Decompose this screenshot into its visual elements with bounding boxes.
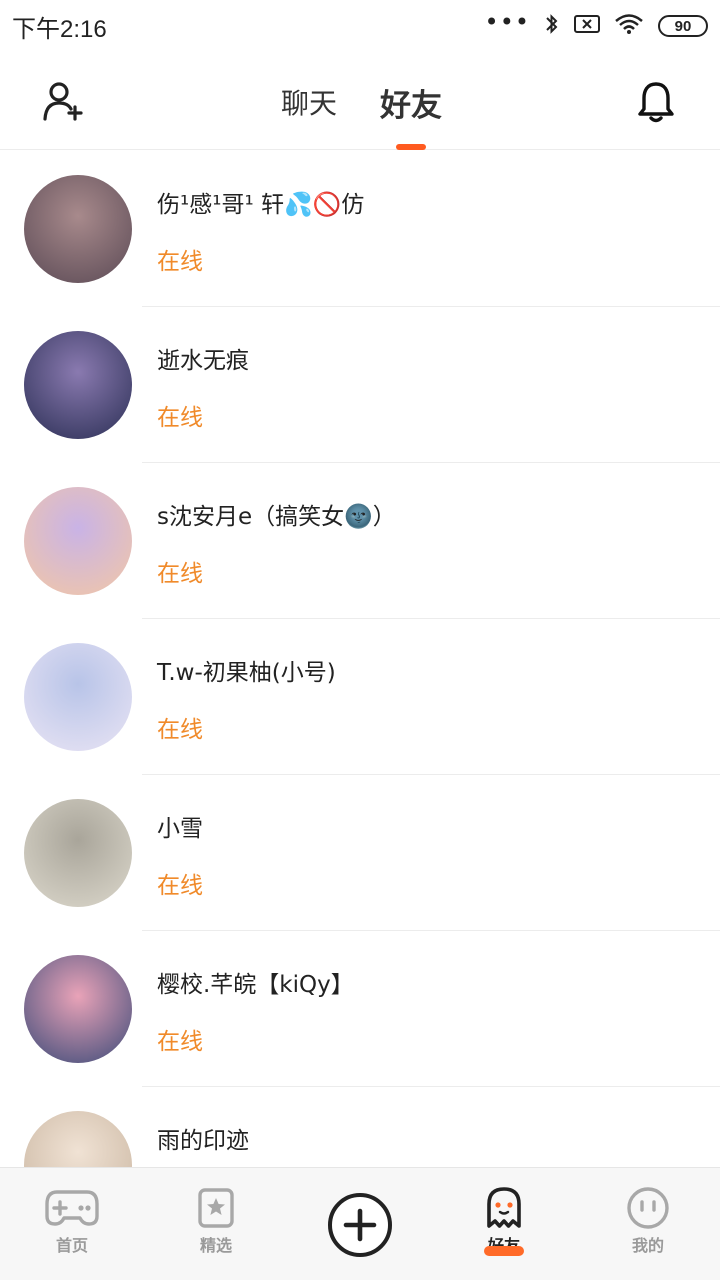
notifications-button[interactable] [632, 78, 680, 126]
status-bar: 下午2:16 ••• 90 [0, 0, 720, 52]
friend-name: 伤¹感¹哥¹ 轩💦🚫仿 [157, 192, 365, 218]
friend-name: 樱校.芊皖【kiQy】 [157, 972, 354, 998]
friend-online-status: 在线 [157, 405, 203, 431]
friend-list-item[interactable]: s沈安月e（搞笑女🌚） 在线 [0, 463, 720, 619]
smiley-face-icon [620, 1186, 676, 1230]
friend-list-item[interactable]: 樱校.芊皖【kiQy】 在线 [0, 931, 720, 1087]
friend-name: 雨的印迹 [157, 1128, 249, 1154]
friend-avatar[interactable] [24, 643, 132, 751]
friend-avatar[interactable] [24, 487, 132, 595]
friend-list-item[interactable]: T.w-初果柚(小号) 在线 [0, 619, 720, 775]
friend-avatar[interactable] [24, 955, 132, 1063]
friend-list-item[interactable]: 雨的印迹 [0, 1087, 720, 1167]
bottom-nav: 首页 精选 好友 [0, 1167, 720, 1280]
friend-online-status: 在线 [157, 249, 203, 275]
friend-list-item[interactable]: 小雪 在线 [0, 775, 720, 931]
status-time: 下午2:16 [12, 15, 107, 43]
no-sim-icon [574, 14, 600, 38]
friend-avatar[interactable] [24, 175, 132, 283]
plus-icon [343, 1208, 377, 1242]
friend-online-status: 在线 [157, 717, 203, 743]
wifi-icon [614, 13, 644, 39]
friend-online-status: 在线 [157, 561, 203, 587]
nav-friends[interactable]: 好友 [432, 1168, 576, 1280]
ghost-icon [476, 1186, 532, 1230]
more-dots-icon: ••• [484, 8, 530, 36]
battery-icon: 90 [658, 15, 708, 37]
nav-featured-label: 精选 [199, 1236, 232, 1255]
nav-featured[interactable]: 精选 [144, 1168, 288, 1280]
friend-avatar[interactable] [24, 331, 132, 439]
active-tab-indicator [396, 144, 426, 150]
friend-online-status: 在线 [157, 873, 203, 899]
tab-friends[interactable]: 好友 [380, 80, 442, 125]
nav-active-indicator [484, 1246, 524, 1256]
status-icons: ••• 90 [484, 8, 708, 40]
top-tabs: 聊天 好友 [0, 52, 720, 150]
bell-icon [638, 82, 674, 123]
nav-home[interactable]: 首页 [0, 1168, 144, 1280]
friend-list-item[interactable]: 伤¹感¹哥¹ 轩💦🚫仿 在线 [0, 151, 720, 307]
publish-button[interactable] [328, 1193, 392, 1257]
friend-list[interactable]: 伤¹感¹哥¹ 轩💦🚫仿 在线 逝水无痕 在线 s沈安月e（搞笑女🌚） 在线 T.… [0, 151, 720, 1167]
top-header: 聊天 好友 [0, 52, 720, 150]
friend-name: T.w-初果柚(小号) [157, 660, 336, 686]
friend-name: 小雪 [157, 816, 203, 842]
bluetooth-icon [544, 12, 560, 40]
nav-me[interactable]: 我的 [576, 1168, 720, 1280]
friend-online-status: 在线 [157, 1029, 203, 1055]
nav-home-label: 首页 [55, 1236, 88, 1255]
friend-name: 逝水无痕 [157, 348, 249, 374]
friend-list-item[interactable]: 逝水无痕 在线 [0, 307, 720, 463]
tab-chat[interactable]: 聊天 [281, 82, 337, 122]
friend-name: s沈安月e（搞笑女🌚） [157, 504, 396, 530]
nav-me-label: 我的 [631, 1236, 664, 1255]
gamepad-icon [44, 1186, 100, 1230]
star-bookmark-icon [188, 1186, 244, 1230]
friend-avatar[interactable] [24, 799, 132, 907]
friend-avatar[interactable] [24, 1111, 132, 1167]
